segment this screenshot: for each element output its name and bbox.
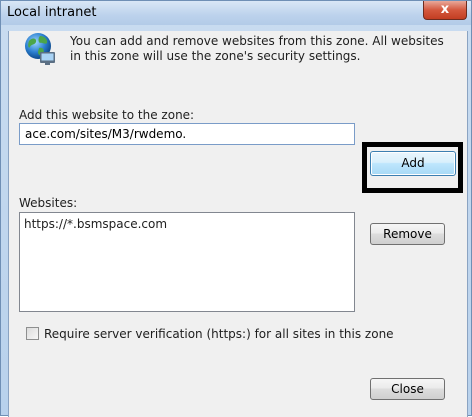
close-window-button[interactable]: x <box>423 1 467 20</box>
dialog-window: Local intranet x You can add and remove … <box>0 0 472 417</box>
close-button[interactable]: Close <box>370 378 445 400</box>
highlight-box <box>362 142 463 193</box>
server-verification-checkbox[interactable] <box>26 327 39 340</box>
websites-label: Websites: <box>19 196 78 210</box>
server-verification-label[interactable]: Require server verification (https:) for… <box>44 327 394 341</box>
window-title: Local intranet <box>7 5 97 20</box>
intro-text: You can add and remove websites from thi… <box>70 34 444 63</box>
add-website-label: Add this website to the zone: <box>19 108 195 122</box>
globe-zone-icon <box>23 31 57 65</box>
website-url-input[interactable] <box>19 123 355 145</box>
websites-list[interactable]: https://*.bsmspace.com <box>19 212 355 312</box>
title-bar[interactable]: Local intranet x <box>1 1 471 25</box>
remove-button[interactable]: Remove <box>370 223 445 245</box>
list-item[interactable]: https://*.bsmspace.com <box>24 217 167 231</box>
